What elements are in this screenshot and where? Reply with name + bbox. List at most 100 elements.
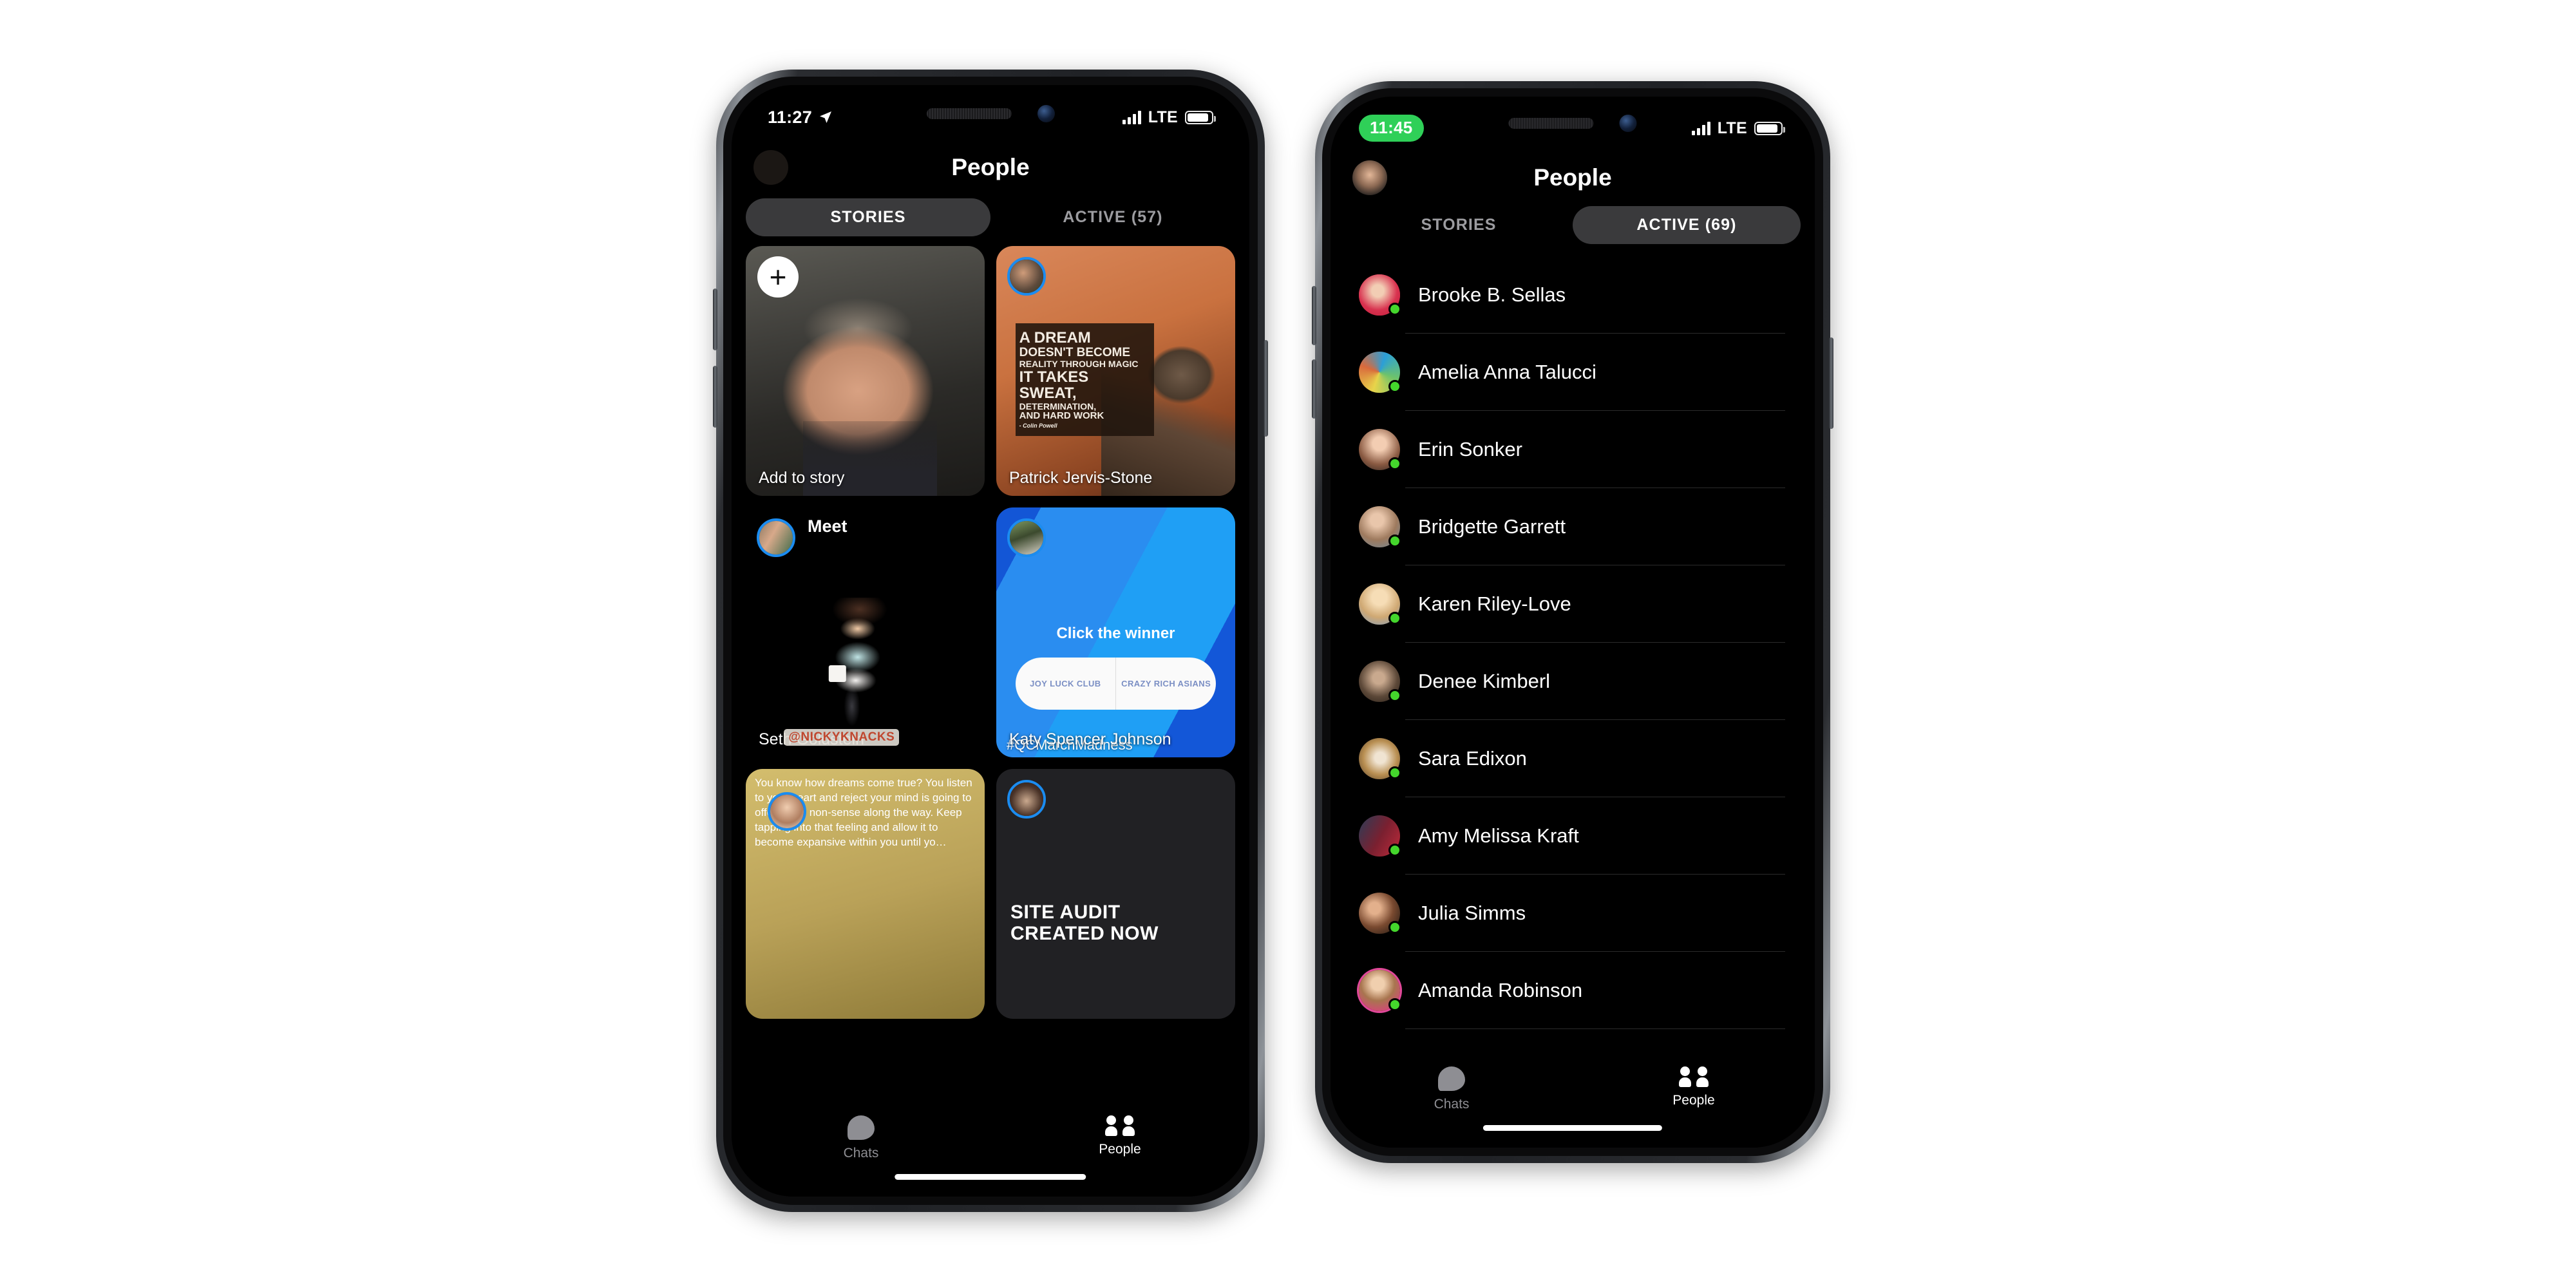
story-caption: Patrick Jervis-Stone: [1009, 468, 1153, 487]
people-icon: [1105, 1115, 1135, 1136]
online-status-dot: [1388, 998, 1401, 1011]
stories-grid[interactable]: + Add to story A DREAM DOESN'T BECOME RE…: [732, 246, 1249, 1101]
avatar[interactable]: [1359, 738, 1401, 779]
story-author-ring[interactable]: [768, 792, 806, 831]
person-name: Amelia Anna Talucci: [1418, 361, 1596, 383]
online-status-dot: [1388, 612, 1401, 625]
avatar[interactable]: [1359, 815, 1401, 857]
story-author-ring[interactable]: [1007, 257, 1046, 296]
list-item[interactable]: Bridgette Garrett: [1331, 488, 1815, 565]
profile-avatar[interactable]: [753, 150, 788, 185]
volume-up-button[interactable]: [1312, 286, 1316, 345]
phone-left: 11:27 LTE People STORIES ACTIVE (57) + A…: [713, 70, 1268, 1212]
tab-active[interactable]: ACTIVE (57): [990, 198, 1235, 236]
list-item[interactable]: Erin Sonker: [1331, 411, 1815, 488]
home-indicator[interactable]: [1482, 1125, 1663, 1131]
tab-label: People: [1672, 1093, 1715, 1108]
segmented-tabs-left: STORIES ACTIVE (57): [732, 198, 1249, 236]
volume-down-button[interactable]: [713, 366, 717, 428]
story-card-add-to-story[interactable]: + Add to story: [746, 246, 985, 496]
avatar[interactable]: [1359, 970, 1401, 1011]
person-name: Sara Edixon: [1418, 747, 1527, 770]
poll-option[interactable]: CRAZY RICH ASIANS: [1115, 657, 1216, 710]
battery-icon: [1754, 121, 1785, 135]
online-status-dot: [1388, 380, 1401, 393]
poll-question: Click the winner: [1056, 625, 1175, 643]
story-overlay-title: Meet: [808, 516, 848, 536]
story-author-ring[interactable]: [1007, 780, 1046, 819]
avatar[interactable]: [1359, 274, 1401, 316]
avatar[interactable]: [1359, 893, 1401, 934]
online-status-dot: [1388, 921, 1401, 934]
plus-icon[interactable]: +: [757, 256, 799, 298]
tab-chats[interactable]: Chats: [732, 1101, 990, 1197]
list-item[interactable]: Amelia Anna Talucci: [1331, 334, 1815, 411]
list-item[interactable]: Sara Edixon: [1331, 720, 1815, 797]
tab-stories[interactable]: STORIES: [1345, 206, 1573, 244]
online-status-dot: [1388, 689, 1401, 702]
story-card-seth[interactable]: Meet @NICKYKNACKS Seth Goldstein: [746, 507, 985, 757]
tab-people[interactable]: People: [1573, 1052, 1815, 1148]
tab-label: Chats: [1434, 1097, 1470, 1112]
avatar[interactable]: [1359, 352, 1401, 393]
tab-people[interactable]: People: [990, 1101, 1249, 1197]
quote-attribution: - Colin Powell: [1019, 422, 1057, 430]
signal-bars-icon: [1691, 121, 1710, 135]
story-title-line: CREATED NOW: [1010, 923, 1159, 945]
person-name: Amy Melissa Kraft: [1418, 824, 1579, 847]
recording-time-pill: 11:45: [1359, 115, 1424, 142]
story-card-patrick[interactable]: A DREAM DOESN'T BECOME REALITY THROUGH M…: [996, 246, 1235, 496]
list-item[interactable]: Denee Kimberl: [1331, 643, 1815, 720]
quote-box: A DREAM DOESN'T BECOME REALITY THROUGH M…: [1015, 323, 1154, 436]
person-name: Brooke B. Sellas: [1418, 283, 1566, 306]
quote-line: A DREAM: [1019, 329, 1091, 347]
tab-stories[interactable]: STORIES: [746, 198, 990, 236]
volume-up-button[interactable]: [713, 289, 717, 350]
list-item[interactable]: Amy Melissa Kraft: [1331, 797, 1815, 875]
carrier-label: LTE: [1148, 108, 1178, 126]
person-name: Karen Riley-Love: [1418, 592, 1571, 615]
tab-bar-left: Chats People: [732, 1101, 1249, 1197]
volume-down-button[interactable]: [1312, 359, 1316, 419]
story-author-ring[interactable]: [757, 518, 795, 557]
tab-label: People: [1099, 1142, 1141, 1157]
status-time: 11:27: [768, 107, 813, 127]
tab-active[interactable]: ACTIVE (69): [1573, 206, 1801, 244]
avatar[interactable]: [1359, 429, 1401, 470]
tab-bar-right: Chats People: [1331, 1052, 1815, 1148]
active-people-list[interactable]: Brooke B. Sellas Amelia Anna Talucci Eri…: [1331, 256, 1815, 1054]
tab-label: Chats: [843, 1146, 879, 1160]
story-card-text-quote[interactable]: You know how dreams come true? You liste…: [746, 769, 985, 1019]
avatar[interactable]: [1359, 506, 1401, 547]
page-title: People: [951, 154, 1030, 180]
tab-chats[interactable]: Chats: [1331, 1052, 1573, 1148]
status-bar-right: 11:45 LTE: [1331, 97, 1815, 147]
story-card-katy[interactable]: Click the winner JOY LUCK CLUB CRAZY RIC…: [996, 507, 1235, 757]
avatar[interactable]: [1359, 661, 1401, 702]
carrier-label: LTE: [1717, 118, 1747, 137]
profile-avatar[interactable]: [1352, 160, 1387, 195]
story-author-ring[interactable]: [1007, 518, 1046, 557]
person-name: Denee Kimberl: [1418, 670, 1551, 692]
poll-option[interactable]: JOY LUCK CLUB: [1016, 658, 1115, 710]
list-item[interactable]: Brooke B. Sellas: [1331, 256, 1815, 334]
power-button[interactable]: [1264, 340, 1268, 437]
chat-bubble-icon: [848, 1115, 875, 1140]
story-caption: Katy Spencer Johnson: [1009, 730, 1171, 748]
bitmoji-illustration: [808, 597, 904, 728]
story-title: SITE AUDIT CREATED NOW: [1010, 902, 1229, 945]
quote-line: REALITY THROUGH MAGIC: [1019, 358, 1139, 369]
list-item[interactable]: Karen Riley-Love: [1331, 565, 1815, 643]
story-caption: Add to story: [759, 468, 845, 487]
story-card-site-audit[interactable]: SITE AUDIT CREATED NOW: [996, 769, 1235, 1019]
battery-icon: [1185, 110, 1216, 124]
avatar[interactable]: [1359, 583, 1401, 625]
person-name: Bridgette Garrett: [1418, 515, 1566, 538]
poll-options[interactable]: JOY LUCK CLUB CRAZY RICH ASIANS: [1015, 657, 1217, 710]
online-status-dot: [1388, 844, 1401, 857]
list-item[interactable]: Julia Simms: [1331, 875, 1815, 952]
home-indicator[interactable]: [895, 1174, 1086, 1180]
screen-right: 11:45 LTE People STORIES ACTIVE (69) Bro…: [1331, 97, 1815, 1148]
list-item[interactable]: Amanda Robinson: [1331, 952, 1815, 1029]
power-button[interactable]: [1829, 337, 1833, 429]
